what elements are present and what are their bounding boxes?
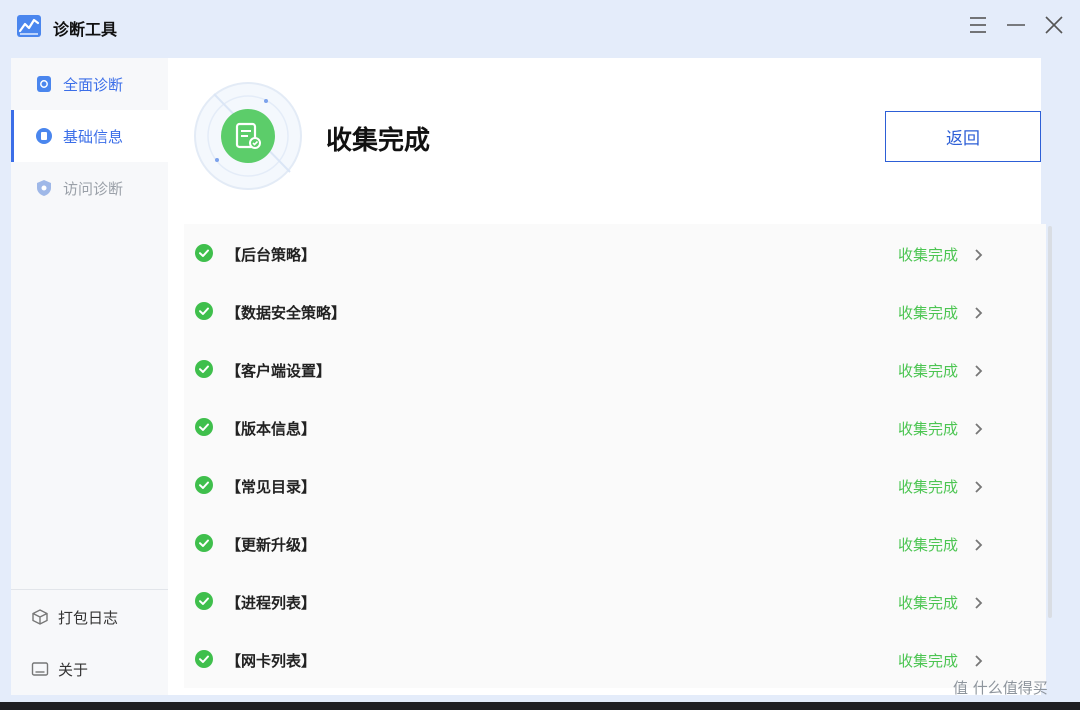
- chart-logo-icon: [16, 14, 42, 38]
- row-status: 收集完成: [898, 246, 959, 264]
- row-status: 收集完成: [898, 304, 959, 322]
- row-status: 收集完成: [898, 362, 959, 380]
- table-row[interactable]: 【数据安全策略】 收集完成: [184, 282, 1046, 340]
- about-icon: [31, 660, 49, 678]
- table-row[interactable]: 【常见目录】 收集完成: [184, 456, 1046, 514]
- row-name: 【网卡列表】: [226, 652, 317, 670]
- table-row[interactable]: 【进程列表】 收集完成: [184, 572, 1046, 630]
- check-circle-icon: [195, 476, 213, 494]
- chevron-right-icon[interactable]: [973, 653, 985, 667]
- chevron-right-icon[interactable]: [973, 247, 985, 261]
- row-status: 收集完成: [898, 536, 959, 554]
- chevron-right-icon[interactable]: [973, 363, 985, 377]
- table-row[interactable]: 【版本信息】 收集完成: [184, 398, 1046, 456]
- app-title: 诊断工具: [53, 20, 118, 39]
- title-bar: 诊断工具: [0, 0, 1080, 58]
- sidebar-divider: [11, 589, 168, 590]
- sidebar-item-label: 关于: [58, 661, 89, 679]
- check-circle-icon: [195, 244, 213, 262]
- collection-done-illustration: [192, 80, 304, 192]
- list-scrollbar[interactable]: [1048, 226, 1052, 618]
- full-diagnosis-icon: [35, 75, 53, 93]
- row-name: 【版本信息】: [226, 420, 317, 438]
- sidebar-item-basic-info[interactable]: 基础信息: [11, 110, 168, 162]
- close-icon[interactable]: [1041, 12, 1067, 38]
- row-name: 【客户端设置】: [226, 362, 332, 380]
- check-circle-icon: [195, 534, 213, 552]
- sidebar-item-access-diagnosis[interactable]: 访问诊断: [11, 162, 168, 214]
- sidebar: 全面诊断 基础信息 访问诊断 打包日志 关于: [11, 58, 168, 695]
- page-title: 收集完成: [326, 126, 431, 156]
- sidebar-item-label: 基础信息: [63, 128, 124, 146]
- check-circle-icon: [195, 592, 213, 610]
- sidebar-item-label: 全面诊断: [63, 76, 124, 94]
- chevron-right-icon[interactable]: [973, 421, 985, 435]
- chevron-right-icon[interactable]: [973, 537, 985, 551]
- chevron-right-icon[interactable]: [973, 305, 985, 319]
- row-name: 【后台策略】: [226, 246, 317, 264]
- sidebar-item-full-diagnosis[interactable]: 全面诊断: [11, 58, 168, 110]
- collection-list: 【后台策略】 收集完成 【数据安全策略】 收集完成 【客户端设置】 收集完成 【版本信息】收…: [184, 224, 1046, 694]
- row-name: 【更新升级】: [226, 536, 317, 554]
- row-name: 【进程列表】: [226, 594, 317, 612]
- main-panel: 收集完成 返回 【后台策略】 收集完成 【数据安全策略】 收集完成 【客户端设置】 收集完…: [168, 58, 1052, 695]
- table-row[interactable]: 【更新升级】 收集完成: [184, 514, 1046, 572]
- row-name: 【常见目录】: [226, 478, 317, 496]
- sidebar-item-label: 打包日志: [58, 609, 119, 627]
- watermark-text: 值 什么值得买: [953, 679, 1048, 697]
- package-icon: [31, 608, 49, 626]
- basic-info-icon: [35, 127, 53, 145]
- row-status: 收集完成: [898, 478, 959, 496]
- chevron-right-icon[interactable]: [973, 479, 985, 493]
- check-circle-icon: [195, 418, 213, 436]
- menu-icon[interactable]: [965, 12, 991, 38]
- sidebar-item-package-log[interactable]: 打包日志: [11, 598, 168, 638]
- access-diagnosis-icon: [35, 179, 53, 197]
- sidebar-item-about[interactable]: 关于: [11, 650, 168, 690]
- table-row[interactable]: 【客户端设置】 收集完成: [184, 340, 1046, 398]
- chevron-right-icon[interactable]: [973, 595, 985, 609]
- check-circle-icon: [195, 650, 213, 668]
- taskbar-strip: [0, 702, 1080, 710]
- check-circle-icon: [195, 360, 213, 378]
- row-status: 收集完成: [898, 594, 959, 612]
- table-row[interactable]: 【网卡列表】 收集完成: [184, 630, 1046, 688]
- row-name: 【数据安全策略】: [226, 304, 347, 322]
- row-status: 收集完成: [898, 420, 959, 438]
- back-button[interactable]: 返回: [885, 111, 1041, 162]
- table-row[interactable]: 【后台策略】 收集完成: [184, 224, 1046, 282]
- minimize-icon[interactable]: [1003, 12, 1029, 38]
- sidebar-item-label: 访问诊断: [63, 180, 124, 198]
- row-status: 收集完成: [898, 652, 959, 670]
- check-circle-icon: [195, 302, 213, 320]
